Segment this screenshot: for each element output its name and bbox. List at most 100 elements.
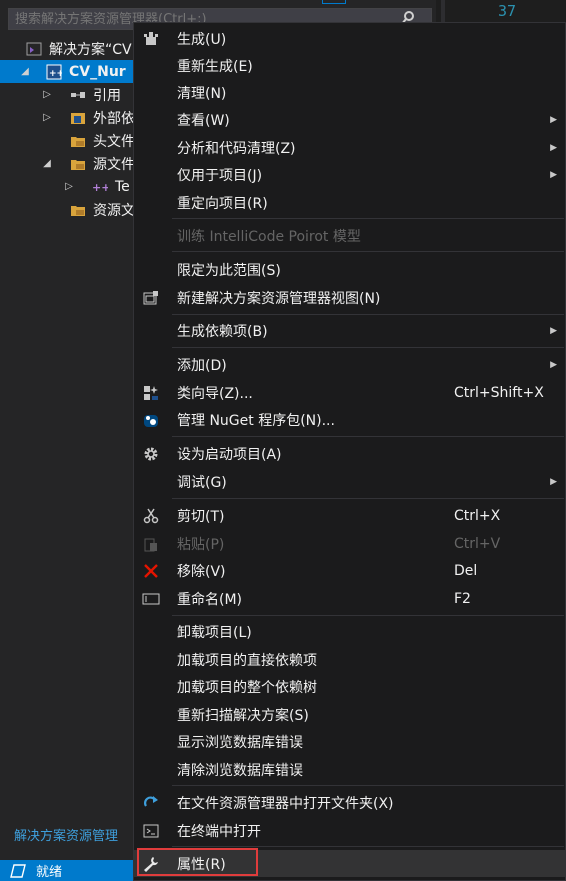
external-dependencies-icon bbox=[71, 112, 85, 124]
menu-item-class-wizard[interactable]: 类向导(Z)... Ctrl+Shift+X bbox=[134, 379, 565, 406]
folder-icon bbox=[71, 136, 85, 147]
delete-x-icon bbox=[142, 562, 160, 580]
menu-item-label: 生成依赖项(B) bbox=[177, 323, 268, 340]
menu-item-label: 清理(N) bbox=[177, 85, 227, 102]
menu-separator bbox=[172, 347, 564, 348]
menu-item-label: 重命名(M) bbox=[177, 591, 243, 608]
gear-icon bbox=[142, 445, 160, 463]
menu-item-label: 查看(W) bbox=[177, 112, 230, 129]
menu-item-retarget[interactable]: 重定向项目(R) bbox=[134, 189, 565, 216]
menu-separator bbox=[172, 785, 564, 786]
menu-item-label: 重新生成(E) bbox=[177, 58, 253, 75]
menu-item-shortcut: Ctrl+X bbox=[454, 507, 501, 524]
explorer-tab[interactable]: 解决方案资源管理 bbox=[0, 826, 140, 848]
menu-item-label: 移除(V) bbox=[177, 563, 226, 580]
paste-icon bbox=[142, 535, 160, 553]
folder-open-icon bbox=[71, 159, 85, 170]
menu-item-label: 类向导(Z)... bbox=[177, 385, 253, 402]
menu-item-scope-to-this[interactable]: 限定为此范围(S) bbox=[134, 256, 565, 283]
expand-icon[interactable]: ▷ bbox=[62, 181, 76, 192]
tree-item-label: 解决方案“CV bbox=[49, 41, 132, 58]
menu-item-new-explorer-view[interactable]: 新建解决方案资源管理器视图(N) bbox=[134, 284, 565, 311]
menu-item-manage-nuget[interactable]: 管理 NuGet 程序包(N)... bbox=[134, 406, 565, 433]
menu-item-view[interactable]: 查看(W) ▶ bbox=[134, 106, 565, 133]
menu-item-label: 加载项目的整个依赖树 bbox=[177, 679, 317, 696]
menu-item-load-direct-deps[interactable]: 加载项目的直接依赖项 bbox=[134, 646, 565, 673]
menu-item-label: 设为启动项目(A) bbox=[177, 446, 282, 463]
collapse-icon[interactable]: ◢ bbox=[40, 158, 54, 169]
submenu-arrow-icon: ▶ bbox=[550, 325, 557, 336]
menu-item-label: 在终端中打开 bbox=[177, 823, 261, 840]
rename-icon bbox=[142, 590, 160, 608]
menu-separator bbox=[172, 846, 564, 847]
menu-item-add[interactable]: 添加(D) ▶ bbox=[134, 351, 565, 378]
menu-separator bbox=[172, 498, 564, 499]
menu-item-rescan-solution[interactable]: 重新扫描解决方案(S) bbox=[134, 701, 565, 728]
menu-separator bbox=[172, 436, 564, 437]
menu-item-label: 限定为此范围(S) bbox=[177, 262, 281, 279]
menu-item-rebuild[interactable]: 重新生成(E) bbox=[134, 52, 565, 79]
expand-icon[interactable]: ▷ bbox=[40, 112, 54, 123]
tree-item-label: 资源文 bbox=[93, 202, 135, 219]
expand-icon[interactable]: ▷ bbox=[40, 89, 54, 100]
menu-separator bbox=[172, 251, 564, 252]
tree-item-label: 源文件 bbox=[93, 156, 135, 173]
menu-separator bbox=[172, 615, 564, 616]
menu-item-label: 卸载项目(L) bbox=[177, 624, 252, 641]
menu-item-clean[interactable]: 清理(N) bbox=[134, 79, 565, 106]
svg-text:++: ++ bbox=[92, 181, 108, 194]
menu-item-label: 在文件资源管理器中打开文件夹(X) bbox=[177, 795, 394, 812]
context-menu: 生成(U) 重新生成(E) 清理(N) 查看(W) ▶ 分析和代码清理(Z) ▶… bbox=[133, 22, 566, 881]
refresh-arrow-icon bbox=[142, 794, 160, 812]
line-number: 37 bbox=[498, 2, 517, 20]
menu-item-remove[interactable]: 移除(V) Del bbox=[134, 557, 565, 584]
menu-item-rename[interactable]: 重命名(M) F2 bbox=[134, 585, 565, 612]
menu-item-analyze[interactable]: 分析和代码清理(Z) ▶ bbox=[134, 134, 565, 161]
references-icon bbox=[71, 91, 85, 98]
menu-item-show-browse-db-errors[interactable]: 显示浏览数据库错误 bbox=[134, 728, 565, 755]
menu-item-clear-browse-db-errors[interactable]: 清除浏览数据库错误 bbox=[134, 756, 565, 783]
svg-text:++: ++ bbox=[49, 69, 62, 79]
menu-item-build-dependencies[interactable]: 生成依赖项(B) ▶ bbox=[134, 317, 565, 344]
menu-item-label: 管理 NuGet 程序包(N)... bbox=[177, 412, 335, 429]
menu-item-set-startup[interactable]: 设为启动项目(A) bbox=[134, 440, 565, 467]
build-icon bbox=[142, 30, 160, 48]
toolbar-indicator bbox=[322, 0, 346, 4]
menu-item-shortcut: Ctrl+Shift+X bbox=[454, 384, 544, 401]
menu-separator bbox=[172, 218, 564, 219]
class-wizard-icon bbox=[142, 384, 160, 402]
solution-icon bbox=[26, 42, 42, 55]
menu-item-label: 重新扫描解决方案(S) bbox=[177, 707, 309, 724]
menu-item-build[interactable]: 生成(U) bbox=[134, 25, 565, 52]
menu-item-label: 清除浏览数据库错误 bbox=[177, 762, 303, 779]
menu-item-unload-project[interactable]: 卸载项目(L) bbox=[134, 618, 565, 645]
tree-item-label: Te bbox=[115, 178, 130, 195]
menu-item-label: 加载项目的直接依赖项 bbox=[177, 652, 317, 669]
menu-item-paste: 粘贴(P) Ctrl+V bbox=[134, 530, 565, 557]
menu-item-shortcut: F2 bbox=[454, 590, 471, 607]
menu-item-label: 仅用于项目(J) bbox=[177, 167, 263, 184]
menu-item-shortcut: Del bbox=[454, 562, 478, 579]
menu-item-label: 生成(U) bbox=[177, 31, 227, 48]
menu-item-project-only[interactable]: 仅用于项目(J) ▶ bbox=[134, 161, 565, 188]
scissors-icon bbox=[142, 507, 160, 525]
status-text: 就绪 bbox=[36, 865, 63, 880]
menu-separator bbox=[172, 314, 564, 315]
menu-item-label: 新建解决方案资源管理器视图(N) bbox=[177, 290, 381, 307]
menu-item-label: 重定向项目(R) bbox=[177, 195, 268, 212]
annotation-highlight-box bbox=[137, 848, 258, 876]
submenu-arrow-icon: ▶ bbox=[550, 142, 557, 153]
menu-item-label: 添加(D) bbox=[177, 357, 227, 374]
menu-item-cut[interactable]: 剪切(T) Ctrl+X bbox=[134, 502, 565, 529]
collapse-icon[interactable]: ◢ bbox=[18, 66, 32, 77]
menu-item-debug[interactable]: 调试(G) ▶ bbox=[134, 468, 565, 495]
menu-item-load-dep-tree[interactable]: 加载项目的整个依赖树 bbox=[134, 673, 565, 700]
ready-icon bbox=[10, 863, 26, 878]
menu-item-open-in-explorer[interactable]: 在文件资源管理器中打开文件夹(X) bbox=[134, 789, 565, 816]
tree-item-label: 外部依 bbox=[93, 110, 135, 127]
menu-item-intellicode-train: 训练 IntelliCode Poirot 模型 bbox=[134, 222, 565, 249]
submenu-arrow-icon: ▶ bbox=[550, 169, 557, 180]
cpp-file-icon: ++ bbox=[92, 181, 108, 194]
folder-icon bbox=[71, 205, 85, 216]
menu-item-open-in-terminal[interactable]: 在终端中打开 bbox=[134, 817, 565, 844]
